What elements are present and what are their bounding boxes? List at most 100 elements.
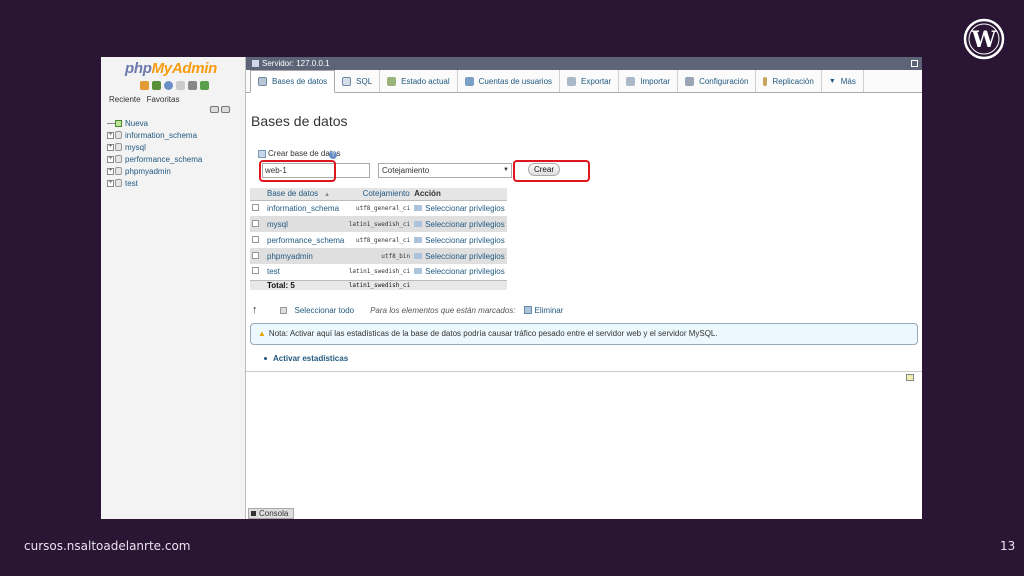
reload-icon[interactable] (200, 81, 209, 90)
database-icon (115, 131, 122, 139)
database-icon (258, 77, 267, 86)
server-icon (252, 60, 259, 67)
privileges-icon (414, 220, 423, 227)
database-icon (115, 155, 122, 163)
tree-item-performance-schema[interactable]: + performance_schema (107, 153, 202, 165)
chevron-down-icon: ▼ (828, 77, 836, 85)
privileges-icon (414, 252, 423, 259)
expand-icon[interactable]: + (107, 167, 114, 175)
expand-icon[interactable]: + (107, 179, 114, 187)
settings-icon[interactable] (188, 81, 197, 90)
row-checkbox[interactable] (252, 219, 259, 227)
console-icon (251, 511, 256, 516)
row-checkbox[interactable] (252, 267, 259, 275)
help-icon[interactable] (164, 81, 173, 90)
table-row: phpmyadmin utf8_bin Seleccionar privileg… (250, 248, 507, 264)
import-icon (626, 76, 636, 86)
nav-tools (210, 106, 230, 113)
check-privileges-link[interactable]: Seleccionar privilegios (412, 248, 507, 264)
tab-sql[interactable]: SQL (335, 70, 381, 92)
expand-icon[interactable]: + (107, 143, 114, 151)
row-checkbox[interactable] (252, 235, 259, 243)
select-all-checkbox[interactable] (279, 306, 287, 314)
phpmyadmin-window: phpMyAdmin Reciente Favoritas Nueva + in… (101, 57, 922, 519)
tree-item-information-schema[interactable]: + information_schema (107, 129, 202, 141)
check-privileges-link[interactable]: Seleccionar privilegios (412, 216, 507, 232)
slide-page-number: 13 (1000, 539, 1016, 553)
export-icon (567, 76, 577, 86)
select-all-link[interactable]: Seleccionar todo (295, 306, 355, 315)
link-icon[interactable] (221, 106, 230, 113)
delete-button[interactable]: Eliminar (535, 306, 564, 315)
db-link[interactable]: performance_schema (265, 232, 347, 248)
docs-icon[interactable] (176, 81, 185, 90)
database-icon (115, 143, 122, 151)
tree-item-test[interactable]: + test (107, 177, 202, 189)
page-title: Bases de datos (251, 113, 348, 129)
main-content: Bases de datos Crear base de datos ? Cot… (246, 93, 922, 519)
db-link[interactable]: phpmyadmin (265, 248, 347, 264)
enable-stats-link[interactable]: Activar estadísticas (264, 354, 348, 363)
nav-recent-favorites: Reciente Favoritas (109, 95, 179, 104)
table-row: mysql latin1_swedish_ci Seleccionar priv… (250, 216, 507, 232)
collation-select[interactable]: Cotejamiento ▼ (378, 163, 512, 178)
check-privileges-link[interactable]: Seleccionar privilegios (412, 200, 507, 216)
top-menu: Bases de datos SQL Estado actual Cuentas… (246, 70, 922, 93)
highlight-create-button (513, 160, 590, 182)
home-icon[interactable] (140, 81, 149, 90)
tab-replication[interactable]: Replicación (756, 70, 822, 92)
svg-text:W: W (971, 27, 997, 53)
console-toggle[interactable]: Consola (248, 508, 294, 519)
tree-item-new[interactable]: Nueva (107, 117, 202, 129)
divider (246, 371, 922, 372)
phpmyadmin-logo[interactable]: phpMyAdmin (125, 60, 217, 77)
collation-value: latin1_swedish_ci (346, 264, 413, 280)
maximize-icon[interactable] (911, 60, 918, 67)
db-link[interactable]: test (265, 264, 347, 280)
expand-icon[interactable]: + (107, 155, 114, 163)
help-icon[interactable]: ? (329, 151, 337, 159)
column-header-action: Acción (412, 188, 507, 201)
privileges-icon (414, 236, 423, 243)
table-total-row: Total: 5 latin1_swedish_ci (250, 279, 507, 290)
for-selected-label: Para los elementos que están marcados: (370, 305, 516, 315)
tab-import[interactable]: Importar (619, 70, 679, 92)
chevron-down-icon: ▼ (503, 167, 509, 173)
tab-status[interactable]: Estado actual (380, 70, 458, 92)
table-row: test latin1_swedish_ci Seleccionar privi… (250, 264, 507, 280)
tree-item-mysql[interactable]: + mysql (107, 141, 202, 153)
tab-recent[interactable]: Reciente (109, 95, 141, 104)
db-link[interactable]: information_schema (265, 200, 347, 216)
database-tree: Nueva + information_schema + mysql + per… (107, 117, 202, 189)
server-breadcrumb: Servidor: 127.0.0.1 (246, 57, 922, 70)
collation-value: utf8_bin (346, 248, 413, 264)
tab-settings[interactable]: Configuración (678, 70, 757, 92)
row-checkbox[interactable] (252, 203, 259, 211)
collapse-all-icon[interactable] (210, 106, 219, 113)
tab-databases[interactable]: Bases de datos (250, 70, 336, 93)
tree-item-phpmyadmin[interactable]: + phpmyadmin (107, 165, 202, 177)
check-privileges-link[interactable]: Seleccionar privilegios (412, 264, 507, 280)
databases-table: Base de datos ▲ Cotejamiento Acción infor… (250, 188, 507, 290)
column-header-collation[interactable]: Cotejamiento (346, 188, 413, 201)
db-link[interactable]: mysql (265, 216, 347, 232)
logout-icon[interactable] (152, 81, 161, 90)
collation-value: utf8_general_ci (346, 200, 413, 216)
check-privileges-link[interactable]: Seleccionar privilegios (412, 232, 507, 248)
tab-more[interactable]: ▼ Más (822, 70, 864, 92)
total-collation: latin1_swedish_ci (346, 279, 413, 290)
table-row: information_schema utf8_general_ci Selec… (250, 200, 507, 216)
slide-footer-url: cursos.nsaltoadelanrte.com (24, 539, 191, 553)
status-icon (387, 76, 397, 86)
tab-export[interactable]: Exportar (560, 70, 620, 92)
column-header-database[interactable]: Base de datos ▲ (265, 188, 347, 201)
tab-user-accounts[interactable]: Cuentas de usuarios (458, 70, 561, 92)
collation-value: latin1_swedish_ci (346, 216, 413, 232)
server-link[interactable]: Servidor: 127.0.0.1 (262, 59, 330, 68)
privileges-icon (414, 268, 423, 275)
expand-icon[interactable]: + (107, 131, 114, 139)
new-db-icon (115, 119, 122, 127)
tab-favorites[interactable]: Favoritas (147, 95, 180, 104)
page-settings-icon[interactable] (906, 374, 914, 381)
row-checkbox[interactable] (252, 251, 259, 259)
